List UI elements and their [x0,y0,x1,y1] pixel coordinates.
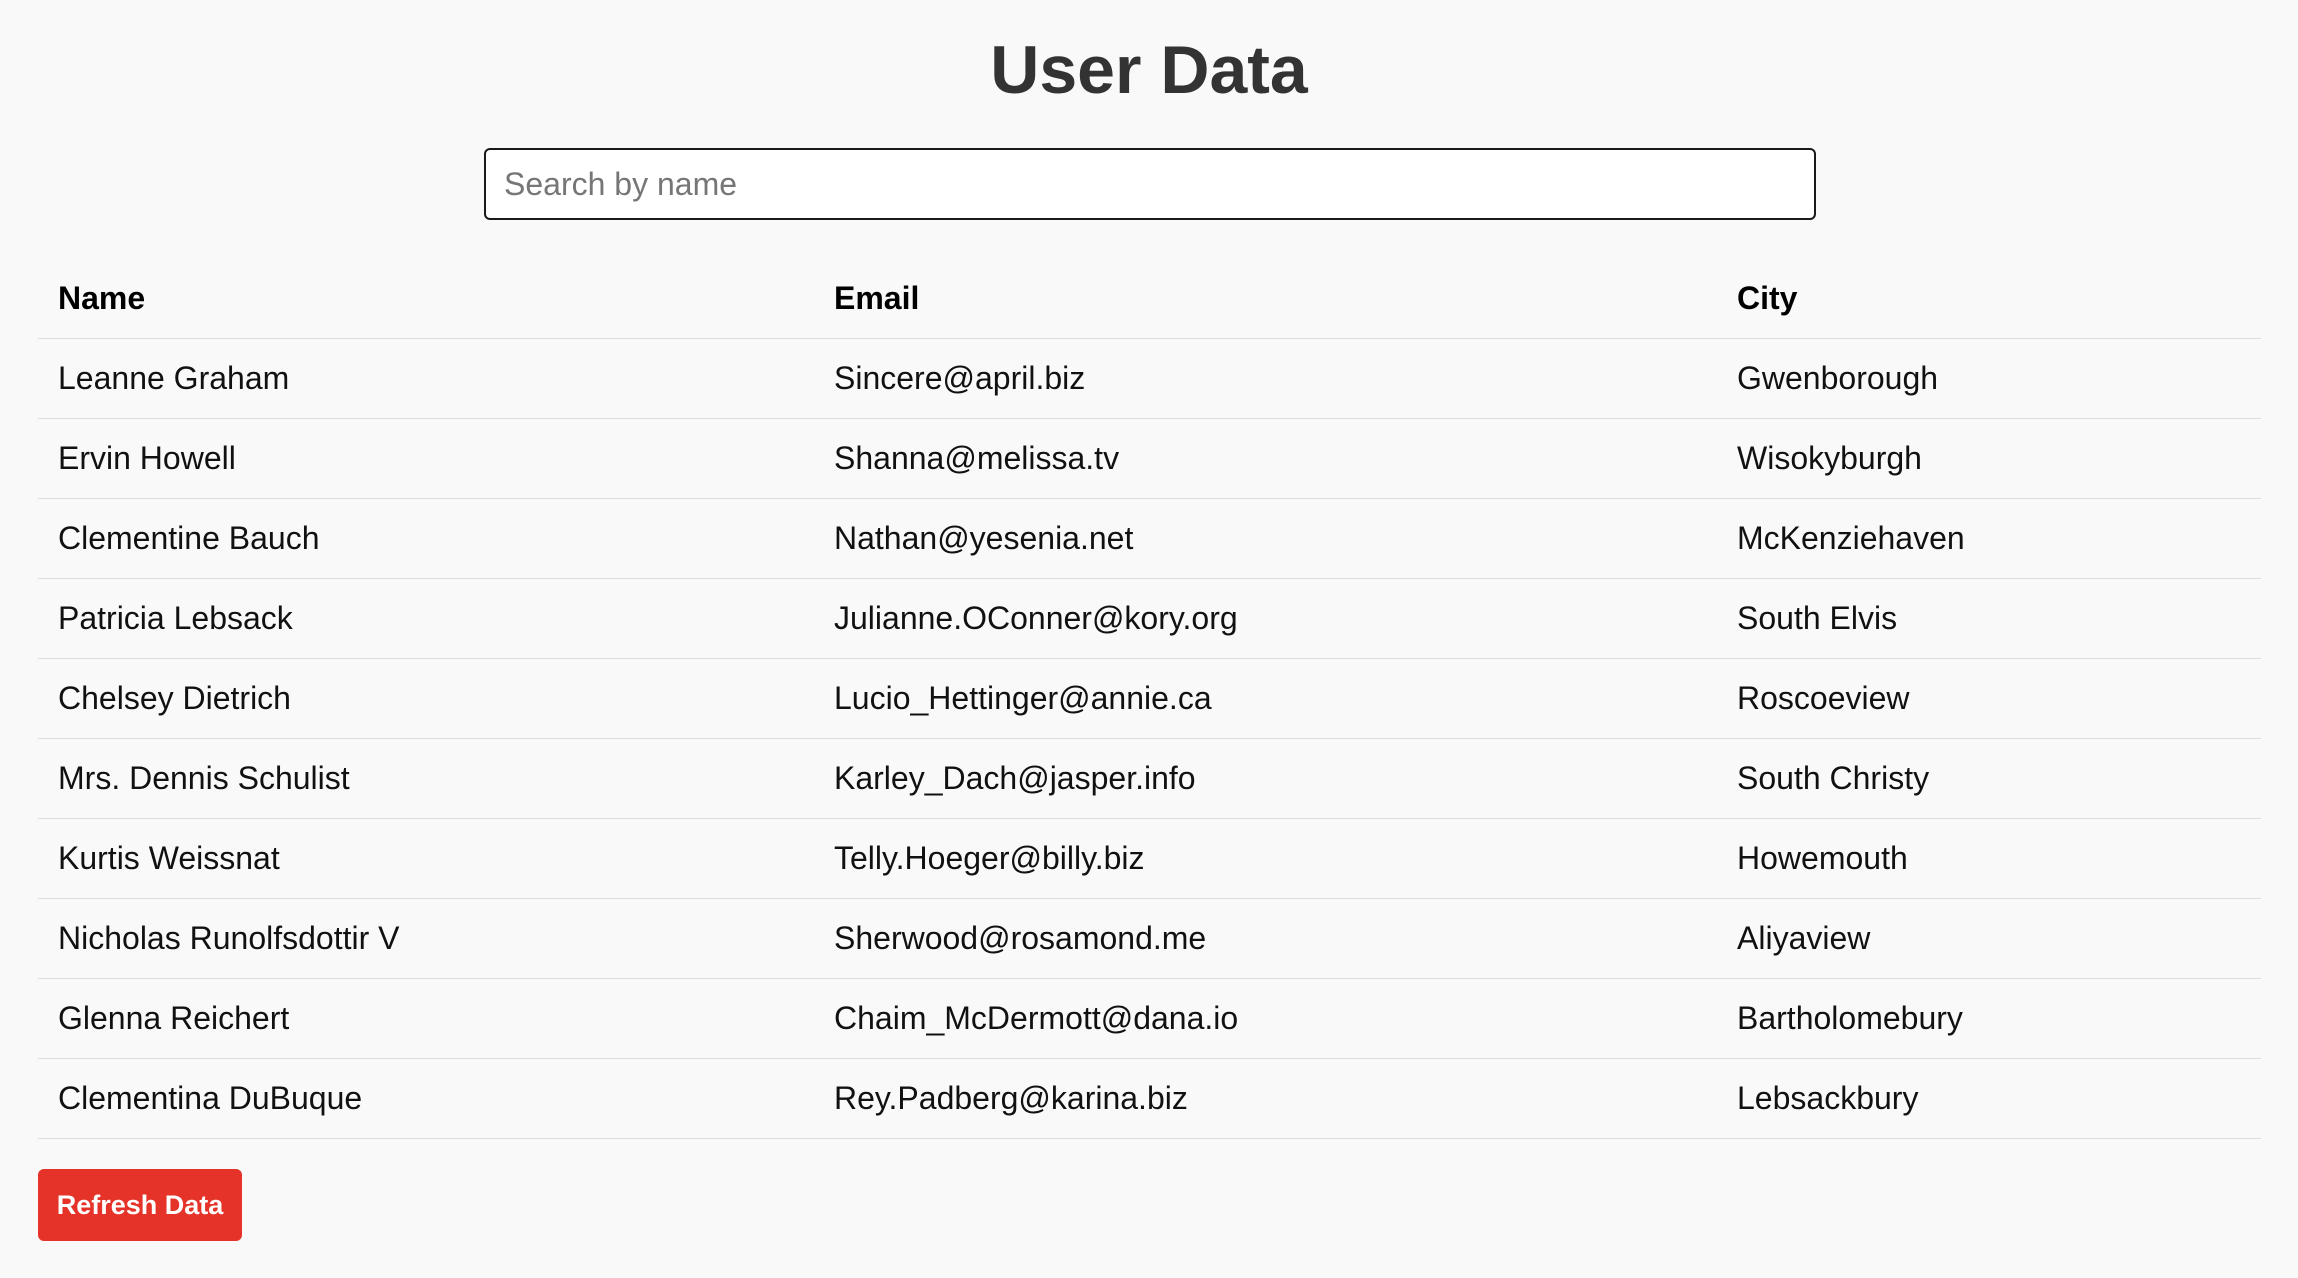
cell-email: Sincere@april.biz [814,338,1717,419]
cell-name: Leanne Graham [38,338,814,419]
table-row: Clementine Bauch Nathan@yesenia.net McKe… [38,498,2261,579]
refresh-data-button[interactable]: Refresh Data [38,1169,242,1241]
table-row: Chelsey Dietrich Lucio_Hettinger@annie.c… [38,658,2261,739]
cell-city: Howemouth [1717,818,2261,899]
cell-name: Clementina DuBuque [38,1058,814,1139]
cell-city: Roscoeview [1717,658,2261,739]
table-body: Leanne Graham Sincere@april.biz Gwenboro… [38,338,2261,1139]
table-row: Leanne Graham Sincere@april.biz Gwenboro… [38,338,2261,419]
cell-email: Chaim_McDermott@dana.io [814,978,1717,1059]
cell-email: Rey.Padberg@karina.biz [814,1058,1717,1139]
cell-city: Bartholomebury [1717,978,2261,1059]
cell-city: South Elvis [1717,578,2261,659]
header-row: Name Email City [38,259,2261,339]
cell-email: Julianne.OConner@kory.org [814,578,1717,659]
table-row: Patricia Lebsack Julianne.OConner@kory.o… [38,578,2261,659]
cell-name: Nicholas Runolfsdottir V [38,898,814,979]
cell-email: Shanna@melissa.tv [814,418,1717,499]
cell-city: Gwenborough [1717,338,2261,419]
cell-email: Karley_Dach@jasper.info [814,738,1717,819]
column-header-name: Name [38,259,814,339]
cell-email: Sherwood@rosamond.me [814,898,1717,979]
cell-email: Telly.Hoeger@billy.biz [814,818,1717,899]
cell-name: Glenna Reichert [38,978,814,1059]
table-header: Name Email City [38,259,2261,339]
table-row: Glenna Reichert Chaim_McDermott@dana.io … [38,978,2261,1059]
table-row: Mrs. Dennis Schulist Karley_Dach@jasper.… [38,738,2261,819]
cell-name: Kurtis Weissnat [38,818,814,899]
cell-email: Nathan@yesenia.net [814,498,1717,579]
cell-name: Mrs. Dennis Schulist [38,738,814,819]
cell-name: Ervin Howell [38,418,814,499]
cell-email: Lucio_Hettinger@annie.ca [814,658,1717,739]
table-row: Nicholas Runolfsdottir V Sherwood@rosamo… [38,898,2261,979]
table-row: Clementina DuBuque Rey.Padberg@karina.bi… [38,1058,2261,1139]
cell-city: South Christy [1717,738,2261,819]
cell-city: McKenziehaven [1717,498,2261,579]
page: User Data Name Email City Leanne Graham … [0,0,2298,1278]
cell-name: Chelsey Dietrich [38,658,814,739]
search-input[interactable] [484,148,1816,220]
cell-city: Aliyaview [1717,898,2261,979]
table-row: Kurtis Weissnat Telly.Hoeger@billy.biz H… [38,818,2261,899]
user-table: Name Email City Leanne Graham Sincere@ap… [38,259,2261,1139]
column-header-city: City [1717,259,2261,339]
cell-city: Wisokyburgh [1717,418,2261,499]
cell-city: Lebsackbury [1717,1058,2261,1139]
page-title: User Data [990,32,1308,108]
cell-name: Clementine Bauch [38,498,814,579]
cell-name: Patricia Lebsack [38,578,814,659]
column-header-email: Email [814,259,1717,339]
table-row: Ervin Howell Shanna@melissa.tv Wisokybur… [38,418,2261,499]
